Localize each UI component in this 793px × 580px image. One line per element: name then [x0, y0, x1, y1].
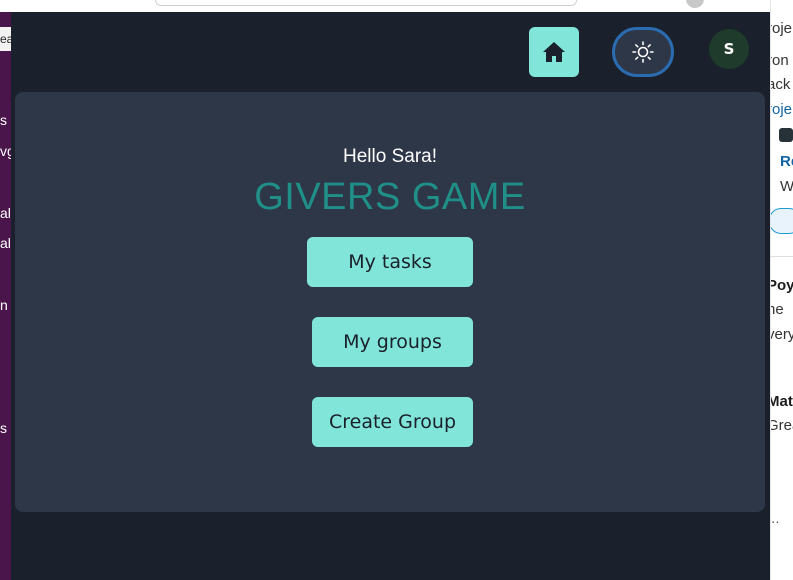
- theme-toggle-button[interactable]: [612, 27, 674, 77]
- my-groups-button[interactable]: My groups: [312, 317, 473, 367]
- chat-author-fragment: Mat: [771, 393, 793, 410]
- chat-fragment: Grea: [771, 417, 793, 434]
- chat-author-fragment: Poya: [771, 277, 793, 294]
- chat-fragment: W: [780, 178, 793, 195]
- browser-top-bar: [0, 0, 770, 12]
- sidebar-search-fragment: ea: [0, 27, 11, 51]
- chat-fragment: ron: [771, 52, 789, 69]
- background-chat-panel: roje ron ack roje Re W Poya he very Mat …: [770, 0, 793, 580]
- background-sidebar: s vg al al n s: [0, 12, 11, 580]
- page-title: GIVERS GAME: [254, 176, 526, 218]
- chat-fragment: very: [771, 326, 793, 343]
- chat-fragment: roje: [771, 20, 793, 37]
- chat-fragment: ...: [771, 510, 780, 527]
- sidebar-fragment: n: [0, 297, 8, 313]
- user-avatar[interactable]: S: [709, 29, 749, 69]
- profile-circle-icon[interactable]: [686, 0, 704, 8]
- sidebar-fragment: s: [0, 112, 7, 128]
- app-icon: [779, 128, 793, 142]
- sun-icon: [632, 41, 654, 63]
- avatar-initial: S: [723, 40, 735, 58]
- reaction-emoji-icon[interactable]: [771, 208, 793, 234]
- chat-link-fragment[interactable]: roje: [771, 101, 792, 118]
- create-group-button[interactable]: Create Group: [312, 397, 473, 447]
- home-icon: [543, 42, 565, 62]
- greeting-text: Hello Sara!: [343, 146, 437, 167]
- chat-divider: [771, 256, 793, 257]
- sidebar-fragment: s: [0, 420, 7, 436]
- main-card: Hello Sara! GIVERS GAME My tasks My grou…: [15, 92, 765, 512]
- my-tasks-button[interactable]: My tasks: [307, 237, 473, 287]
- sidebar-fragment: al: [0, 205, 11, 221]
- home-button[interactable]: [529, 27, 579, 77]
- chat-link-fragment[interactable]: Re: [780, 153, 793, 170]
- chat-fragment: ack: [771, 76, 791, 93]
- sidebar-fragment: vg: [0, 143, 11, 159]
- chat-fragment: he: [771, 301, 784, 318]
- sidebar-fragment: al: [0, 235, 11, 251]
- address-bar[interactable]: [155, 0, 577, 6]
